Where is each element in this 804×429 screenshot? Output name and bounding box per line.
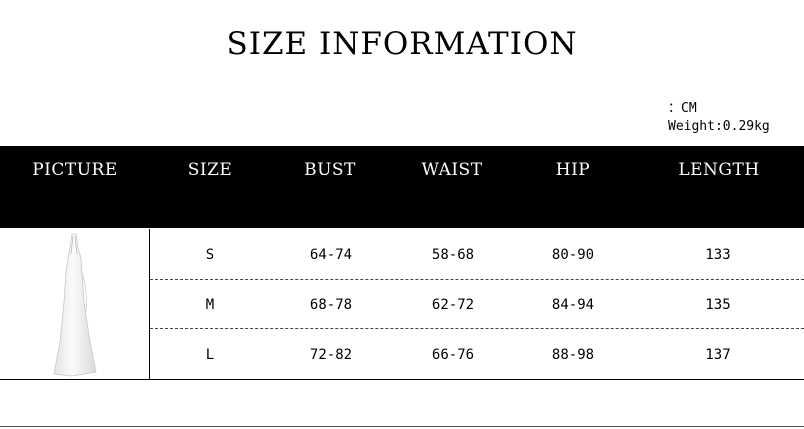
cell-bust: 68-78 — [309, 297, 353, 313]
unit-info: ：CM Weight:0.29kg — [668, 100, 770, 136]
cell-length: 133 — [705, 247, 731, 263]
cell-hip: 84-94 — [551, 297, 595, 313]
page-title: SIZE INFORMATION — [226, 26, 578, 62]
column-hip: HIP — [555, 160, 591, 180]
column-length: LENGTH — [678, 160, 760, 180]
column-picture: PICTURE — [32, 160, 118, 180]
column-bust: BUST — [304, 160, 356, 180]
white-halter-maxi-dress-image — [53, 233, 97, 377]
cell-hip: 80-90 — [551, 247, 595, 263]
cell-size: M — [205, 297, 215, 313]
weight-label: Weight:0.29kg — [668, 119, 770, 134]
cell-hip: 88-98 — [551, 347, 595, 363]
column-divider — [149, 229, 150, 380]
cell-bust: 72-82 — [309, 347, 353, 363]
column-waist: WAIST — [421, 160, 483, 180]
cell-waist: 58-68 — [431, 247, 475, 263]
table-bottom-border — [0, 379, 804, 380]
row-divider — [150, 328, 804, 329]
cell-length: 135 — [705, 297, 731, 313]
unit-label: ：CM — [668, 101, 697, 116]
cell-waist: 66-76 — [431, 347, 475, 363]
row-divider — [150, 279, 804, 280]
table-header: PICTURE SIZE BUST WAIST HIP LENGTH — [0, 146, 804, 228]
cell-bust: 64-74 — [309, 247, 353, 263]
cell-length: 137 — [705, 347, 731, 363]
column-size: SIZE — [187, 160, 233, 180]
page-bottom-border — [0, 426, 804, 427]
cell-waist: 62-72 — [431, 297, 475, 313]
cell-size: L — [205, 347, 215, 363]
cell-size: S — [205, 247, 215, 263]
